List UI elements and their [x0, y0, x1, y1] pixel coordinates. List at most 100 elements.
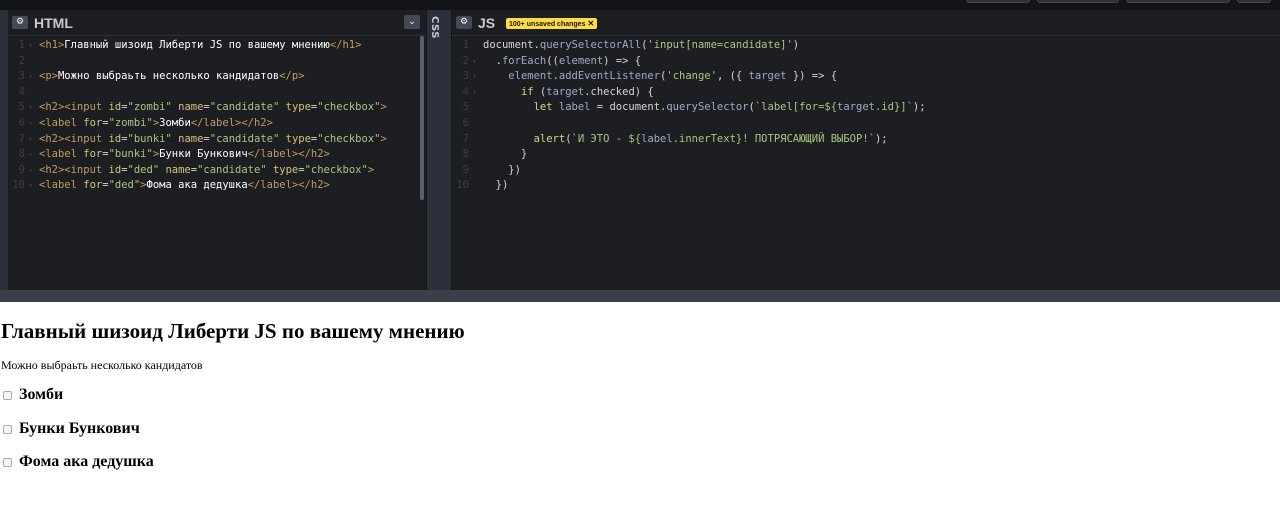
- html-code-editor[interactable]: 1 ▾ <h1>Главный шизоид Либерти JS по вашем…: [8, 38, 426, 194]
- code-text: }): [483, 178, 509, 194]
- candidate-checkbox[interactable]: [3, 457, 12, 467]
- toolbar-button[interactable]: [966, 0, 1030, 3]
- gear-icon[interactable]: ⚙: [12, 16, 28, 29]
- code-line[interactable]: 9 ▾ <h2><input id="ded" name="candidate" t…: [8, 163, 426, 179]
- code-token: .checked) {: [584, 85, 654, 98]
- line-number: 5: [462, 101, 469, 114]
- unsaved-changes-badge[interactable]: 100+ unsaved changes ✕: [506, 18, 598, 29]
- code-line[interactable]: 4 ▾ if (target.checked) {: [452, 85, 1280, 101]
- fold-toggle-icon[interactable]: ▾: [472, 85, 480, 101]
- chevron-down-icon[interactable]: ⌄: [404, 15, 420, 29]
- code-line[interactable]: 10 }): [452, 178, 1280, 194]
- code-token: .id}]`: [874, 101, 913, 114]
- top-toolbar: [0, 0, 1280, 10]
- css-pane-title: CSS: [429, 16, 440, 39]
- fold-toggle-icon[interactable]: ▾: [28, 69, 36, 85]
- code-line[interactable]: 2 ▾ .forEach((element) => {: [452, 54, 1280, 70]
- fold-toggle-icon[interactable]: ▾: [28, 116, 36, 132]
- code-line[interactable]: 4: [8, 85, 426, 101]
- gear-icon[interactable]: ⚙: [456, 16, 472, 29]
- code-token: querySelector: [666, 101, 749, 114]
- code-line[interactable]: 6: [452, 116, 1280, 132]
- code-line[interactable]: 1 ▾ <h1>Главный шизоид Либерти JS по вашем…: [8, 38, 426, 54]
- result-preview: Главный шизоид Либерти JS по вашему мнен…: [0, 302, 1280, 526]
- css-pane-collapsed[interactable]: CSS: [426, 10, 452, 290]
- toolbar-button[interactable]: [1037, 0, 1119, 3]
- code-line[interactable]: 7 ▾ <h2><input id="bunki" name="candidate"…: [8, 132, 426, 148]
- fold-toggle-icon[interactable]: ▾: [28, 178, 36, 194]
- code-token: ) => {: [603, 54, 642, 67]
- code-line[interactable]: 2: [8, 54, 426, 70]
- vertical-scrollbar[interactable]: [420, 36, 424, 200]
- code-token: <h1>: [39, 39, 65, 51]
- fold-toggle-icon[interactable]: ▾: [28, 163, 36, 179]
- code-line[interactable]: 7 alert(`И ЭТО - ${label.innerText}! ПОТ…: [452, 132, 1280, 148]
- candidate-checkbox[interactable]: [3, 424, 12, 434]
- code-token: >: [380, 101, 387, 114]
- code-token: >: [367, 163, 375, 176]
- code-line[interactable]: 8 }: [452, 147, 1280, 163]
- code-token: "checkbox": [304, 163, 368, 176]
- code-token: target: [837, 101, 875, 114]
- code-token: <label: [39, 116, 84, 129]
- code-line[interactable]: 10 ▾ <label for="ded">Фома ака дедушка</la…: [8, 178, 426, 194]
- code-token: "bunki": [108, 148, 153, 161]
- code-token: type: [272, 163, 299, 176]
- preview-resize-bar[interactable]: [0, 290, 1280, 302]
- candidate-label[interactable]: Бунки Бункович: [19, 420, 140, 438]
- code-token: <h2><input: [39, 163, 109, 176]
- code-token: label: [558, 101, 591, 114]
- code-token: `label[for=${: [754, 101, 838, 114]
- toolbar-button[interactable]: [1237, 0, 1271, 3]
- code-line[interactable]: 5 let label = document.querySelector(`la…: [452, 100, 1280, 116]
- code-token: }): [483, 163, 521, 176]
- code-text: alert(`И ЭТО - ${label.innerText}! ПОТРЯ…: [483, 132, 888, 148]
- code-token: 'change': [666, 70, 717, 83]
- code-token: addEventListener: [558, 70, 661, 83]
- code-line[interactable]: 6 ▾ <label for="zombi">Зомби</label></h2>: [8, 116, 426, 132]
- code-line[interactable]: 1 document.querySelectorAll('input[name=c…: [452, 38, 1280, 54]
- line-number: 2: [18, 54, 25, 67]
- code-line[interactable]: 3 ▾ element.addEventListener('change', ({…: [452, 69, 1280, 85]
- code-token: , ({: [716, 70, 749, 83]
- code-token: (: [533, 85, 547, 98]
- html-pane-header: ⚙ HTML ⌄: [8, 10, 426, 36]
- code-token: querySelectorAll: [539, 39, 642, 51]
- fold-toggle-icon[interactable]: ▾: [28, 132, 36, 148]
- fold-toggle-icon[interactable]: ▾: [472, 69, 480, 85]
- fold-toggle-icon[interactable]: ▾: [28, 147, 36, 163]
- line-number: 6: [462, 116, 469, 129]
- js-editor-pane: ⚙ JS 100+ unsaved changes ✕ 1 document.que…: [452, 10, 1280, 290]
- editor-area: ⚙ HTML ⌄ 1 ▾ <h1>Главный шизоид Либерти JS…: [0, 10, 1280, 290]
- fold-toggle-icon[interactable]: ▾: [28, 38, 36, 54]
- js-code-editor[interactable]: 1 document.querySelectorAll('input[name=c…: [452, 38, 1280, 194]
- code-token: Зомби: [159, 116, 191, 129]
- code-line[interactable]: 9 }): [452, 163, 1280, 179]
- close-icon[interactable]: ✕: [587, 19, 594, 28]
- code-token: id: [108, 163, 122, 176]
- code-line[interactable]: 5 ▾ <h2><input id="zombi" name="candidate"…: [8, 100, 426, 116]
- code-token: </label></h2>: [247, 148, 330, 161]
- code-token: forEach: [501, 54, 547, 67]
- code-token: .: [483, 54, 502, 67]
- code-line[interactable]: 8 ▾ <label for="bunki">Бунки Бункович</lab…: [8, 147, 426, 163]
- line-number: 8: [462, 148, 469, 161]
- code-token: element: [508, 70, 553, 83]
- code-token: `И ЭТО - ${: [571, 132, 642, 145]
- line-number: 5: [18, 101, 25, 114]
- code-token: type: [285, 101, 311, 114]
- code-token: let: [533, 101, 553, 114]
- candidate-label[interactable]: Фома ака дедушка: [19, 453, 154, 471]
- candidate-label[interactable]: Зомби: [19, 386, 63, 404]
- preview-paragraph: Можно выбраьть несколько кандидатов: [1, 358, 203, 372]
- fold-toggle-icon[interactable]: ▾: [472, 54, 480, 70]
- pane-resize-handle[interactable]: [0, 10, 8, 290]
- code-line[interactable]: 3 ▾ <p>Можно выбраьть несколько кандидатов…: [8, 69, 426, 85]
- code-text: <h1>Главный шизоид Либерти JS по вашему …: [39, 38, 361, 54]
- line-number: 10: [12, 179, 25, 192]
- candidate-checkbox[interactable]: [3, 390, 12, 400]
- fold-toggle-icon[interactable]: ▾: [28, 100, 36, 116]
- html-pane-title: HTML: [34, 15, 73, 31]
- toolbar-button[interactable]: [1126, 0, 1230, 3]
- code-token: );: [874, 132, 888, 145]
